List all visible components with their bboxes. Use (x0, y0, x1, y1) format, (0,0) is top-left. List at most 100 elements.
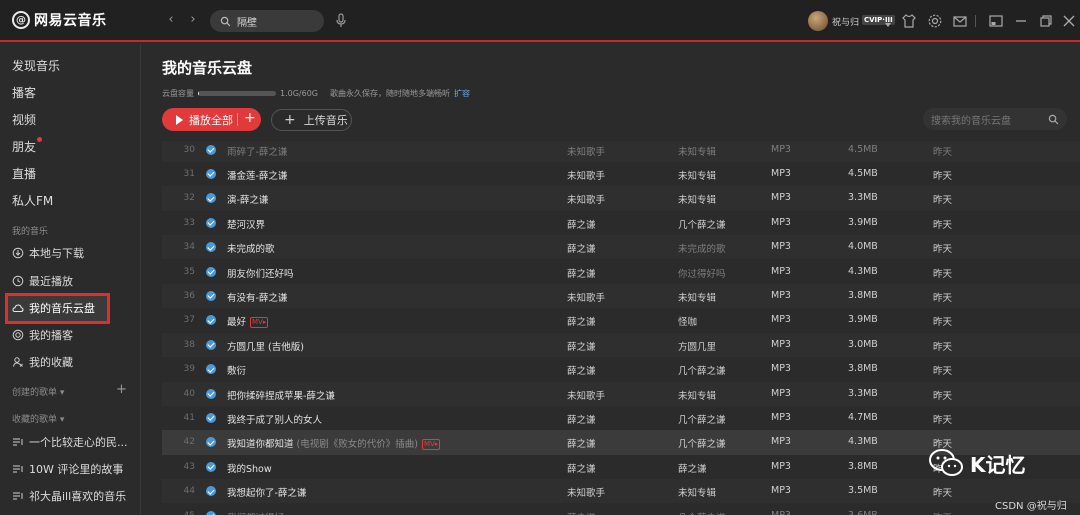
song-artist[interactable]: 薛之谦 (567, 510, 596, 515)
song-artist[interactable]: 薛之谦 (567, 339, 596, 353)
upload-music-button[interactable]: + 上传音乐 (271, 109, 352, 131)
song-title[interactable]: 方圆几里 (吉他版) (227, 339, 304, 353)
minimize-icon[interactable] (1013, 13, 1029, 29)
sidebar-item-recent[interactable]: 最近播放 (12, 273, 73, 289)
song-title[interactable]: 演-薛之谦 (227, 192, 268, 206)
table-row[interactable]: 31 潘金莲-薛之谦 未知歌手 未知专辑 MP3 4.5MB 昨天 (162, 162, 1080, 186)
song-album[interactable]: 几个薛之谦 (678, 436, 726, 450)
section-collected-playlists[interactable]: 收藏的歌单 ▾ (12, 412, 64, 425)
song-title[interactable]: 楚河汉界 (227, 217, 265, 231)
song-title[interactable]: 有没有-薛之谦 (227, 290, 287, 304)
maximize-icon[interactable] (1038, 13, 1054, 29)
mv-badge[interactable]: MV▸ (421, 439, 441, 451)
table-row[interactable]: 37 最好 MV▸ 薛之谦 怪咖 MP3 3.9MB 昨天 (162, 308, 1080, 332)
song-artist[interactable]: 薛之谦 (567, 363, 596, 377)
back-arrow-icon[interactable]: ‹ (164, 13, 178, 27)
song-album[interactable]: 几个薛之谦 (678, 412, 726, 426)
section-created-playlists[interactable]: 创建的歌单 ▾ (12, 385, 64, 398)
playlist-item[interactable]: 10W 评论里的故事 (12, 461, 123, 477)
table-row[interactable]: 44 我想起你了-薛之谦 未知歌手 未知专辑 MP3 3.5MB 昨天 (162, 479, 1080, 504)
song-artist[interactable]: 薛之谦 (567, 436, 596, 450)
song-artist[interactable]: 薛之谦 (567, 412, 596, 426)
song-album[interactable]: 未知专辑 (678, 144, 716, 158)
song-album[interactable]: 方圆几里 (678, 339, 716, 353)
mail-icon[interactable] (952, 13, 968, 29)
table-row[interactable]: 33 楚河汉界 薛之谦 几个薛之谦 MP3 3.9MB 昨天 (162, 211, 1080, 235)
song-artist[interactable]: 未知歌手 (567, 192, 605, 206)
song-album[interactable]: 几个薛之谦 (678, 510, 726, 515)
table-row[interactable]: 32 演-薛之谦 未知歌手 未知专辑 MP3 3.3MB 昨天 (162, 186, 1080, 211)
expand-capacity-link[interactable]: 扩容 (454, 88, 470, 99)
song-album[interactable]: 怪咖 (678, 314, 697, 328)
table-row[interactable]: 35 朋友你们还好吗 薛之谦 你过得好吗 MP3 4.3MB 昨天 (162, 260, 1080, 284)
sidebar-item-discover[interactable]: 发现音乐 (12, 57, 60, 74)
sidebar-item-friends[interactable]: 朋友 (12, 138, 36, 155)
song-title[interactable]: 潘金莲-薛之谦 (227, 168, 287, 182)
cloud-search-input[interactable]: 搜索我的音乐云盘 (923, 108, 1067, 130)
song-album[interactable]: 未知专辑 (678, 388, 716, 402)
table-row[interactable]: 30 雨碎了-薛之谦 未知歌手 未知专辑 MP3 4.5MB 昨天 (162, 141, 1080, 162)
app-logo[interactable]: @ 网易云音乐 (12, 10, 107, 30)
song-album[interactable]: 薛之谦 (678, 461, 707, 475)
song-title[interactable]: 最好 MV▸ (227, 314, 269, 329)
avatar[interactable] (808, 11, 828, 31)
sidebar-item-live[interactable]: 直播 (12, 165, 36, 182)
table-row[interactable]: 34 未完成的歌 薛之谦 未完成的歌 MP3 4.0MB 昨天 (162, 235, 1080, 260)
sidebar-item-local-download[interactable]: 本地与下载 (12, 245, 84, 261)
close-icon[interactable] (1061, 13, 1077, 29)
table-row[interactable]: 41 我终于成了别人的女人 薛之谦 几个薛之谦 MP3 4.7MB 昨天 (162, 406, 1080, 430)
search-input[interactable]: 隔壁 (210, 10, 324, 32)
song-title[interactable]: 把你揉碎捏成苹果-薛之谦 (227, 388, 335, 402)
song-album[interactable]: 未知专辑 (678, 485, 716, 499)
song-album[interactable]: 未知专辑 (678, 168, 716, 182)
sidebar-item-fm[interactable]: 私人FM (12, 192, 53, 209)
song-artist[interactable]: 薛之谦 (567, 241, 596, 255)
song-album[interactable]: 未知专辑 (678, 192, 716, 206)
song-title[interactable]: 未完成的歌 (227, 241, 275, 255)
song-artist[interactable]: 薛之谦 (567, 217, 596, 231)
sidebar-item-collection[interactable]: 我的收藏 (12, 354, 73, 370)
song-artist[interactable]: 未知歌手 (567, 290, 605, 304)
song-album[interactable]: 你过得好吗 (678, 266, 726, 280)
song-artist[interactable]: 未知歌手 (567, 144, 605, 158)
play-all-button[interactable]: 播放全部 + (162, 108, 261, 131)
table-row[interactable]: 45 我们都过得好 薛之谦 几个薛之谦 MP3 3.6MB 昨天 (162, 504, 1080, 515)
song-artist[interactable]: 未知歌手 (567, 168, 605, 182)
song-artist[interactable]: 未知歌手 (567, 388, 605, 402)
table-row[interactable]: 40 把你揉碎捏成苹果-薛之谦 未知歌手 未知专辑 MP3 3.3MB 昨天 (162, 381, 1080, 406)
sidebar-item-video[interactable]: 视频 (12, 111, 36, 128)
skin-icon[interactable] (901, 13, 917, 29)
table-row[interactable]: 39 敷衍 薛之谦 几个薛之谦 MP3 3.8MB 昨天 (162, 357, 1080, 381)
song-title[interactable]: 敷衍 (227, 363, 246, 377)
song-title[interactable]: 我的Show (227, 461, 272, 475)
song-artist[interactable]: 未知歌手 (567, 485, 605, 499)
song-title[interactable]: 雨碎了-薛之谦 (227, 144, 287, 158)
song-title[interactable]: 我们都过得好 (227, 510, 284, 515)
song-album[interactable]: 未知专辑 (678, 290, 716, 304)
song-artist[interactable]: 薛之谦 (567, 314, 596, 328)
sidebar-item-cloud[interactable]: 我的音乐云盘 (12, 300, 95, 316)
table-row[interactable]: 36 有没有-薛之谦 未知歌手 未知专辑 MP3 3.8MB 昨天 (162, 283, 1080, 309)
mv-badge[interactable]: MV▸ (250, 317, 269, 329)
song-artist[interactable]: 薛之谦 (567, 461, 596, 475)
playlist-item[interactable]: 祁大晶ill喜欢的音乐 (12, 488, 126, 504)
table-row[interactable]: 38 方圆几里 (吉他版) 薛之谦 方圆几里 MP3 3.0MB 昨天 (162, 332, 1080, 358)
song-title[interactable]: 我想起你了-薛之谦 (227, 485, 306, 499)
user-name[interactable]: 祝与归 (832, 15, 859, 28)
song-title[interactable]: 我终于成了别人的女人 (227, 412, 322, 426)
gear-icon[interactable] (927, 13, 943, 29)
mini-mode-icon[interactable] (988, 13, 1004, 29)
sidebar-item-podcast[interactable]: 播客 (12, 84, 36, 101)
add-to-queue-icon[interactable]: + (244, 110, 256, 126)
microphone-icon[interactable] (335, 13, 347, 29)
forward-arrow-icon[interactable]: › (186, 13, 200, 27)
playlist-item[interactable]: 一个比较走心的民... (12, 434, 128, 450)
song-title[interactable]: 朋友你们还好吗 (227, 266, 294, 280)
chevron-down-icon[interactable] (884, 14, 892, 30)
song-album[interactable]: 几个薛之谦 (678, 363, 726, 377)
song-album[interactable]: 未完成的歌 (678, 241, 726, 255)
song-title[interactable]: 我知道你都知道 (电视剧《败女的代价》插曲) MV▸ (227, 436, 441, 451)
song-album[interactable]: 几个薛之谦 (678, 217, 726, 231)
song-artist[interactable]: 薛之谦 (567, 266, 596, 280)
sidebar-item-my-podcast[interactable]: 我的播客 (12, 327, 73, 343)
